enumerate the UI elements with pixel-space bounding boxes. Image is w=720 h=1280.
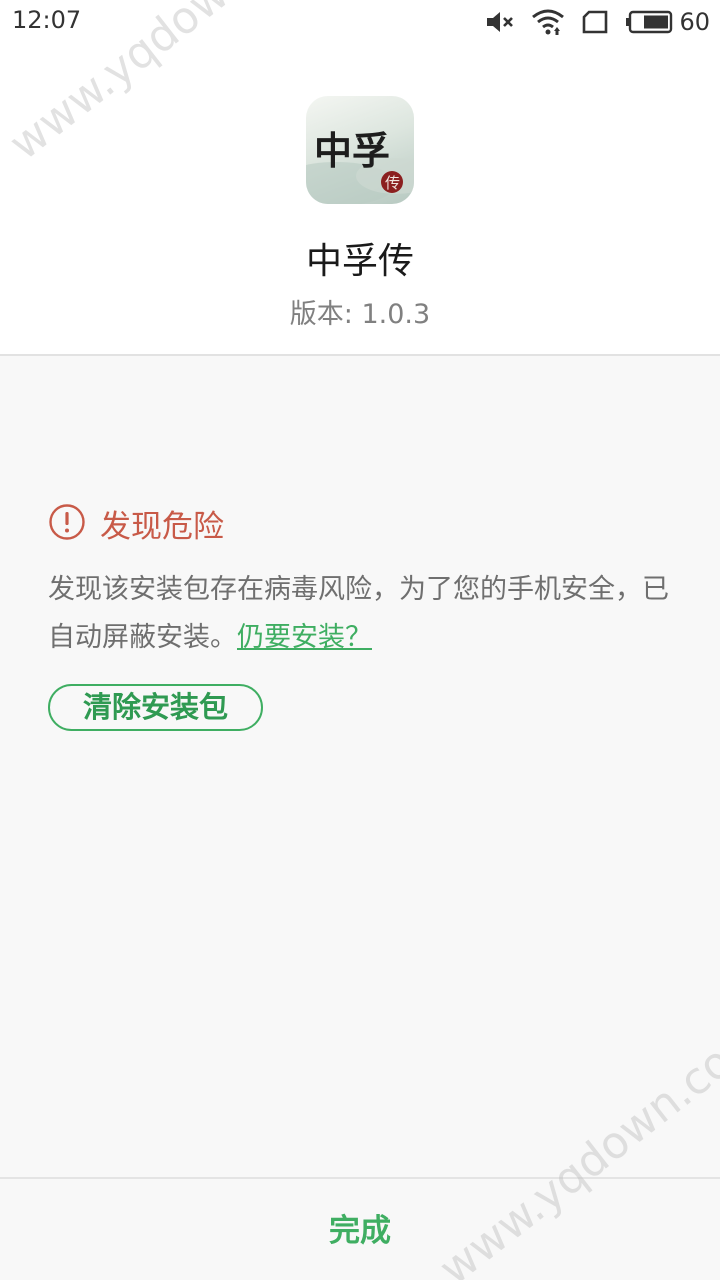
battery-level: 60: [679, 8, 710, 36]
install-result-screen: 12:07 60 中孚 传 中孚传 版本: 1.0.3 发现危险 发现该安装包存…: [0, 0, 720, 1280]
done-button[interactable]: 完成: [260, 1207, 460, 1255]
battery-icon: [625, 10, 673, 34]
status-bar: 12:07 60: [0, 0, 720, 44]
wifi-icon: [531, 8, 565, 36]
screen-rotate-icon: [581, 9, 609, 35]
app-version: 版本: 1.0.3: [0, 292, 720, 331]
app-icon-seal: 传: [385, 174, 400, 192]
still-install-link[interactable]: 仍要安装？: [237, 622, 372, 653]
app-icon: 中孚 传: [306, 96, 414, 204]
status-time: 12:07: [12, 6, 82, 34]
status-icons: 60: [485, 6, 710, 38]
warning-message: 发现该安装包存在病毒风险，为了您的手机安全，已自动屏蔽安装。仍要安装？: [48, 566, 688, 662]
app-version-label: 版本: 1.0.3: [289, 299, 431, 330]
warning-title: 发现危险: [100, 509, 224, 545]
app-icon-text: 中孚: [314, 128, 390, 173]
warning-icon: [48, 503, 86, 541]
app-header: 中孚 传 中孚传 版本: 1.0.3: [0, 44, 720, 356]
clear-package-button[interactable]: 清除安装包: [48, 684, 263, 731]
app-name: 中孚传: [305, 241, 414, 282]
footer-bar: 完成: [0, 1177, 720, 1280]
mute-icon: [485, 9, 515, 35]
